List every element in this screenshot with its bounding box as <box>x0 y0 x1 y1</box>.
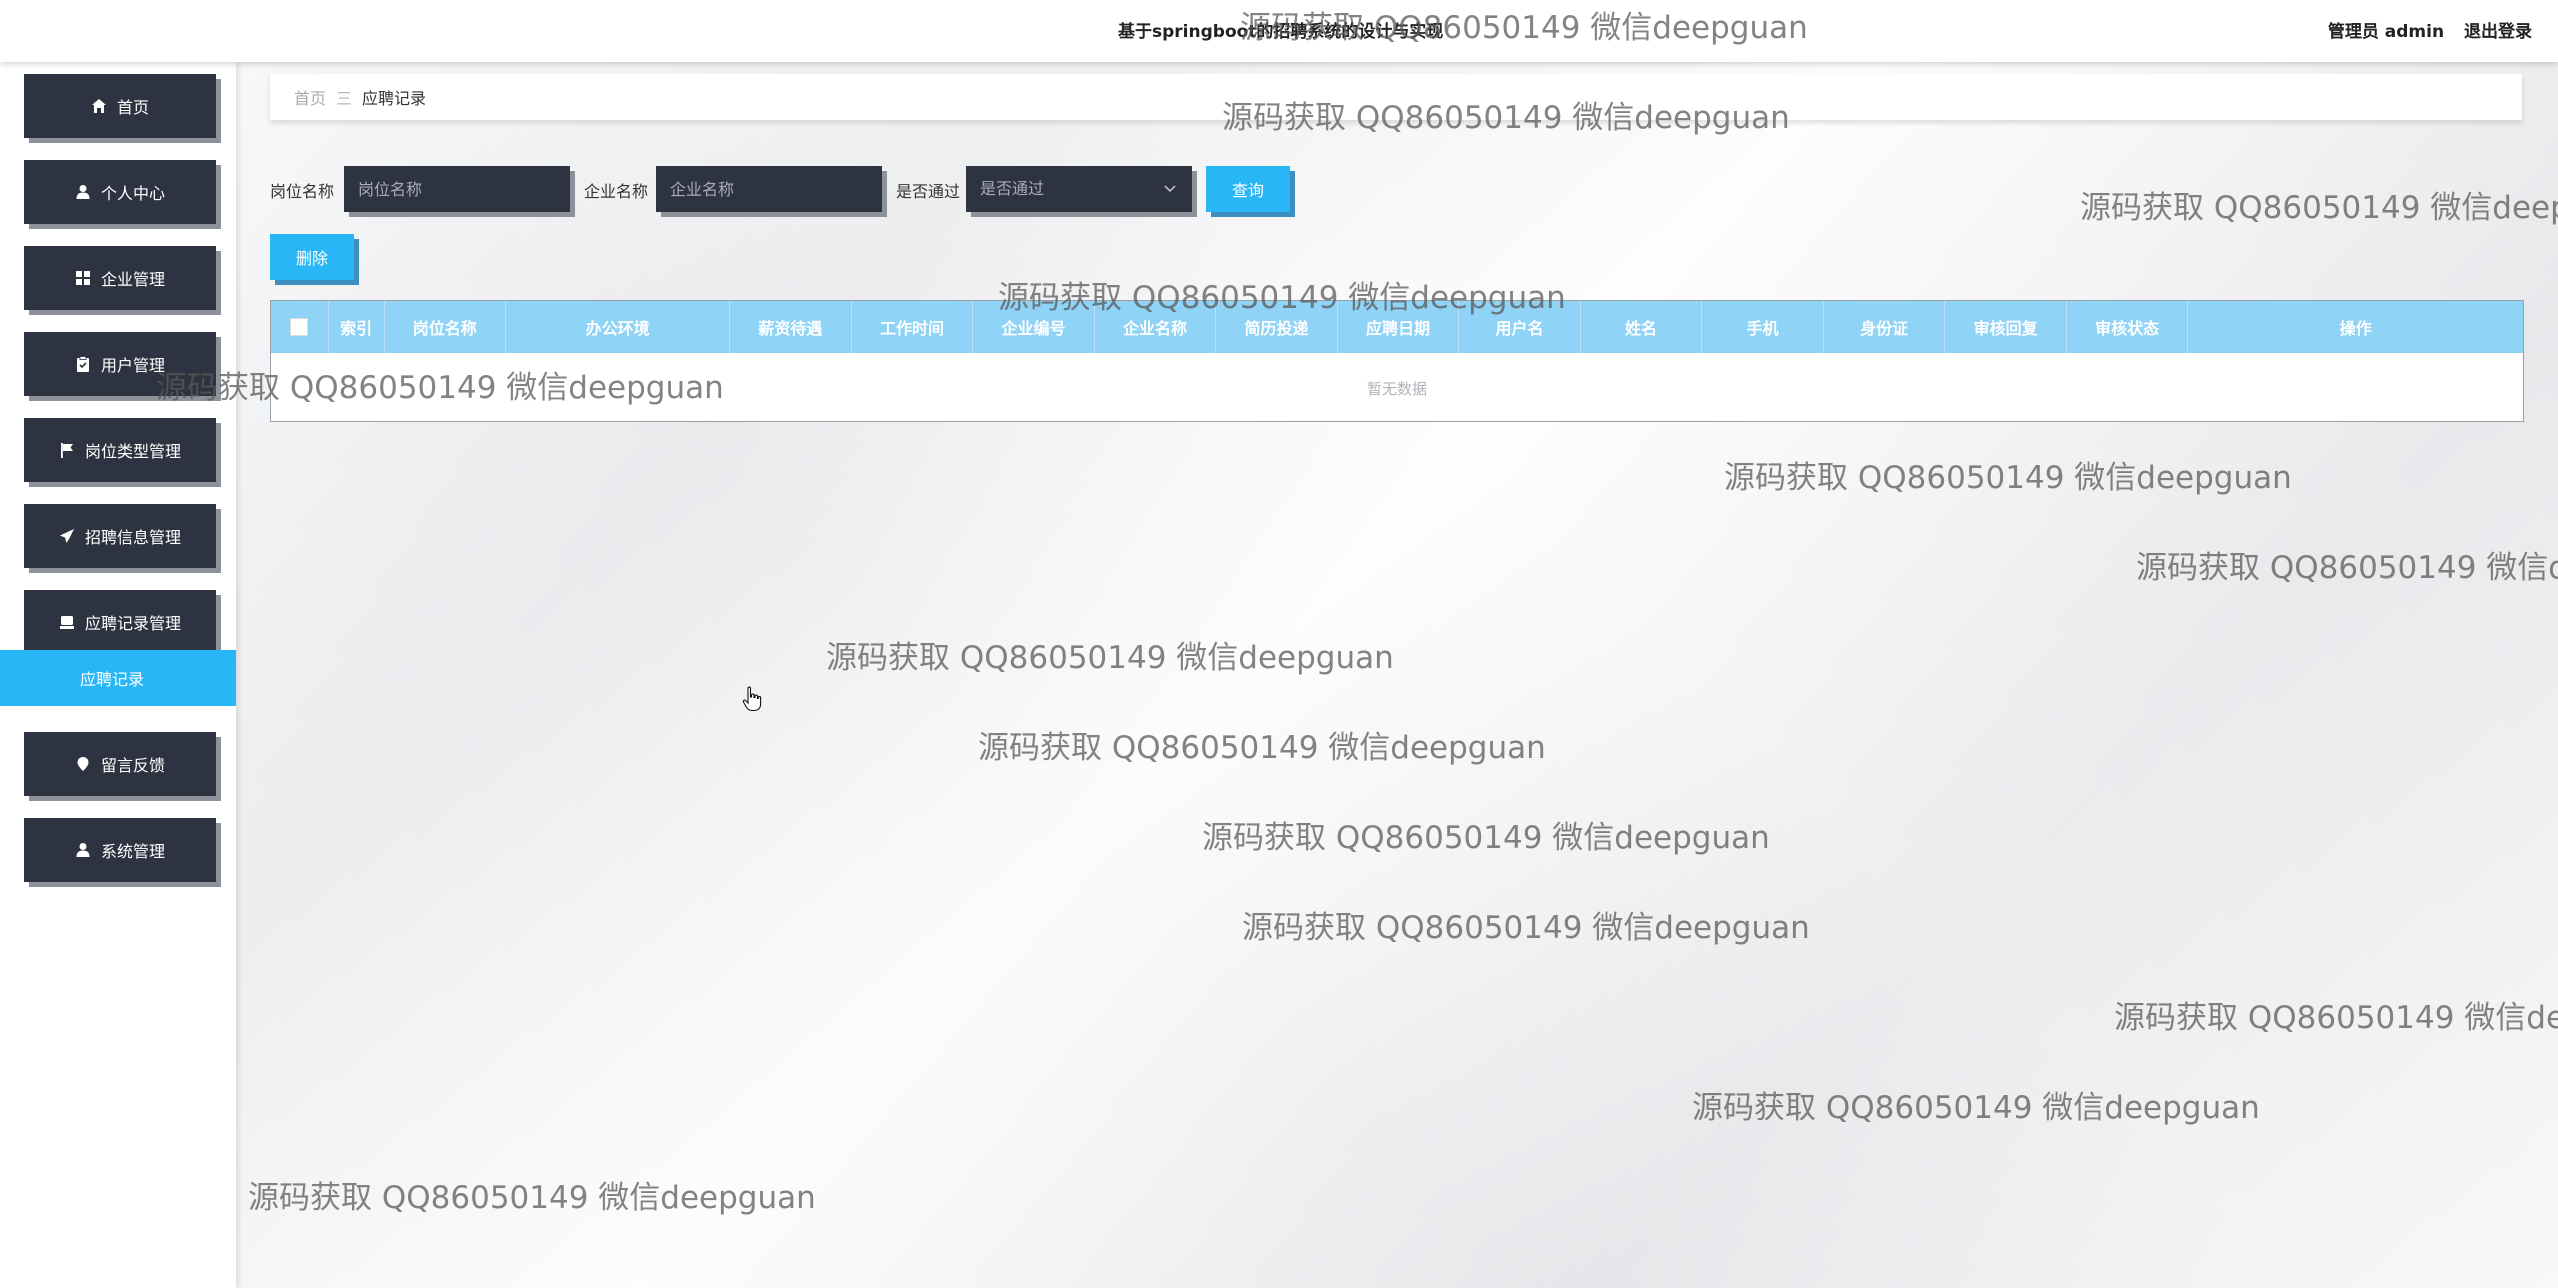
breadcrumb-home-link[interactable]: 首页 <box>294 85 326 109</box>
passed-label: 是否通过 <box>896 182 961 201</box>
clipboard-icon <box>75 356 91 372</box>
column-header: 审核回复 <box>1945 301 2067 353</box>
query-button[interactable]: 查询 <box>1206 166 1290 212</box>
submenu-item-label: 应聘记录 <box>79 670 144 689</box>
grid-icon <box>75 270 91 286</box>
submenu-item-application-records[interactable]: 应聘记录 <box>0 650 236 706</box>
sidebar: 首页 个人中心 企业管理 用户管理 岗位类型管理 招聘信息管理 应聘记录管理 应… <box>0 62 236 1288</box>
table-header: 索引 岗位名称 办公环境 薪资待遇 工作时间 企业编号 企业名称 简历投递 应聘… <box>271 301 2523 353</box>
chevron-down-icon <box>1164 185 1176 193</box>
pin-icon <box>75 756 91 772</box>
sidebar-item-feedback[interactable]: 留言反馈 <box>24 732 216 796</box>
column-header: 工作时间 <box>852 301 974 353</box>
user-icon <box>75 184 91 200</box>
main-content: 首页 三 应聘记录 岗位名称 企业名称 是否通过 是否通过 查询 删除 索引 岗… <box>236 62 2558 1288</box>
column-header: 薪资待遇 <box>730 301 852 353</box>
job-name-field-wrapper <box>344 166 570 212</box>
column-header: 身份证 <box>1824 301 1946 353</box>
select-all-checkbox[interactable] <box>290 318 309 336</box>
breadcrumb-current: 应聘记录 <box>362 89 427 108</box>
column-header: 手机 <box>1702 301 1824 353</box>
column-header: 索引 <box>329 301 385 353</box>
send-icon <box>59 528 75 544</box>
sidebar-item-home[interactable]: 首页 <box>24 74 216 138</box>
select-all-header <box>271 301 329 353</box>
records-table: 索引 岗位名称 办公环境 薪资待遇 工作时间 企业编号 企业名称 简历投递 应聘… <box>270 300 2524 422</box>
top-bar: 基于springboot的招聘系统的设计与实现 管理员 admin 退出登录 <box>0 0 2558 62</box>
job-name-input[interactable] <box>358 166 570 212</box>
column-header: 办公环境 <box>506 301 731 353</box>
sidebar-item-label: 企业管理 <box>100 270 165 289</box>
column-header: 应聘日期 <box>1338 301 1460 353</box>
column-header: 审核状态 <box>2067 301 2189 353</box>
app-title: 基于springboot的招聘系统的设计与实现 <box>1118 22 1444 42</box>
sidebar-item-label: 应聘记录管理 <box>84 614 181 633</box>
company-name-input[interactable] <box>670 166 882 212</box>
breadcrumb-separator: 三 <box>336 89 353 108</box>
hand-cursor-icon <box>742 686 762 712</box>
logout-link[interactable]: 退出登录 <box>2464 22 2532 42</box>
delete-button[interactable]: 删除 <box>270 234 354 280</box>
column-header: 岗位名称 <box>385 301 507 353</box>
company-name-field-wrapper <box>656 166 882 212</box>
sidebar-item-label: 留言反馈 <box>100 756 165 775</box>
sidebar-item-user-management[interactable]: 用户管理 <box>24 332 216 396</box>
sidebar-item-label: 系统管理 <box>100 842 165 861</box>
column-header: 操作 <box>2339 319 2372 338</box>
sidebar-item-personal-center[interactable]: 个人中心 <box>24 160 216 224</box>
box-icon <box>59 614 75 630</box>
sidebar-item-label: 个人中心 <box>100 184 165 203</box>
passed-select-value: 是否通过 <box>980 179 1045 198</box>
column-header: 企业编号 <box>973 301 1095 353</box>
sidebar-item-label: 用户管理 <box>100 356 165 375</box>
sidebar-item-application-records-management[interactable]: 应聘记录管理 <box>24 590 216 654</box>
column-header: 简历投递 <box>1216 301 1338 353</box>
column-header: 姓名 <box>1581 301 1703 353</box>
job-name-label: 岗位名称 <box>270 182 335 201</box>
sidebar-item-label: 首页 <box>116 98 149 117</box>
user-area: 管理员 admin 退出登录 <box>2328 17 2532 42</box>
sidebar-item-system-management[interactable]: 系统管理 <box>24 818 216 882</box>
sidebar-item-job-type-management[interactable]: 岗位类型管理 <box>24 418 216 482</box>
passed-select[interactable]: 是否通过 <box>966 166 1192 212</box>
sidebar-item-label: 招聘信息管理 <box>84 528 181 547</box>
breadcrumb: 首页 三 应聘记录 <box>270 74 2522 120</box>
sidebar-item-company-management[interactable]: 企业管理 <box>24 246 216 310</box>
sidebar-item-recruitment-info-management[interactable]: 招聘信息管理 <box>24 504 216 568</box>
company-name-label: 企业名称 <box>584 182 649 201</box>
empty-state-text: 暂无数据 <box>1366 379 1427 398</box>
sidebar-item-label: 岗位类型管理 <box>84 442 181 461</box>
column-header: 用户名 <box>1459 301 1581 353</box>
flag-icon <box>59 442 75 458</box>
column-header: 企业名称 <box>1095 301 1217 353</box>
user-icon <box>75 842 91 858</box>
user-role-label: 管理员 admin <box>2327 22 2445 42</box>
home-icon <box>91 98 107 114</box>
